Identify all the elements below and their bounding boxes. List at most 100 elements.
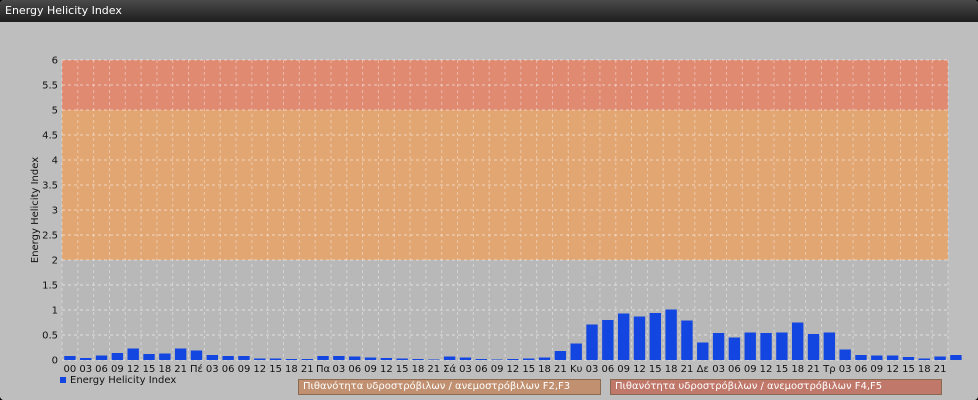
zone-badge-f2-f3-label: Πιθανότητα υδροστρόβιλων / ανεμοστρόβιλω…: [303, 381, 571, 392]
bar[interactable]: [459, 357, 472, 361]
x-tick-label: 21: [427, 364, 440, 375]
bar[interactable]: [80, 358, 92, 360]
bar[interactable]: [633, 316, 646, 361]
bar[interactable]: [918, 358, 930, 361]
bar[interactable]: [523, 358, 535, 361]
bar[interactable]: [285, 359, 298, 360]
x-tick-label: Δε: [697, 364, 709, 375]
x-tick-label: 18: [665, 364, 678, 375]
legend[interactable]: Energy Helicity Index: [60, 374, 176, 388]
bar[interactable]: [902, 357, 915, 360]
x-tick-label: 18: [538, 364, 551, 375]
bar[interactable]: [697, 342, 709, 361]
bar[interactable]: [617, 313, 630, 361]
x-tick-label: 15: [522, 364, 535, 375]
x-tick-label: 21: [681, 364, 694, 375]
bar[interactable]: [206, 355, 218, 360]
x-tick-label: Τρ: [822, 364, 835, 375]
bar[interactable]: [269, 358, 282, 361]
y-tick-label: 0: [52, 356, 58, 367]
bar[interactable]: [570, 343, 582, 361]
bar[interactable]: [333, 356, 345, 360]
y-tick-label: 2.5: [42, 231, 58, 242]
x-tick-label: 15: [269, 364, 282, 375]
y-tick-label: 4.5: [42, 131, 58, 142]
bar[interactable]: [127, 348, 139, 361]
x-tick-label: 12: [380, 364, 393, 375]
bar[interactable]: [95, 355, 108, 361]
bar[interactable]: [254, 358, 266, 361]
x-tick-label: 12: [760, 364, 773, 375]
y-tick-label: 4: [52, 156, 58, 167]
bar[interactable]: [538, 357, 551, 361]
y-tick-label: 0.5: [42, 331, 58, 342]
bar[interactable]: [744, 332, 756, 361]
bar[interactable]: [222, 356, 234, 360]
x-tick-label: 06: [475, 364, 488, 375]
bar[interactable]: [728, 337, 741, 361]
bar[interactable]: [855, 355, 867, 360]
bar[interactable]: [64, 356, 76, 360]
bar[interactable]: [380, 358, 393, 360]
bar[interactable]: [934, 356, 946, 361]
bar[interactable]: [760, 333, 772, 360]
legend-label: Energy Helicity Index: [70, 375, 177, 386]
bar[interactable]: [443, 356, 456, 361]
x-tick-label: 03: [712, 364, 725, 375]
x-tick-label: 09: [744, 364, 757, 375]
bar[interactable]: [602, 320, 614, 360]
bar[interactable]: [349, 356, 361, 361]
bar[interactable]: [886, 355, 899, 361]
bar[interactable]: [238, 356, 250, 360]
zone-badge-f2-f3: Πιθανότητα υδροστρόβιλων / ανεμοστρόβιλω…: [298, 379, 601, 395]
bar[interactable]: [586, 324, 598, 361]
x-tick-label: 12: [507, 364, 520, 375]
bar[interactable]: [776, 332, 788, 361]
zone-badge-f4-f5-label: Πιθανότητα υδροστρόβιλων / ανεμοστρόβιλω…: [615, 381, 883, 392]
x-tick-label: 18: [791, 364, 804, 375]
bar[interactable]: [665, 309, 677, 361]
bar[interactable]: [190, 350, 203, 361]
x-tick-label: Κυ: [570, 364, 583, 375]
y-tick-label: 1.5: [42, 281, 58, 292]
x-tick-label: 03: [839, 364, 852, 375]
bar[interactable]: [823, 332, 836, 361]
y-tick-label: 5: [52, 106, 58, 117]
x-tick-label: 09: [364, 364, 377, 375]
x-tick-label: 06: [222, 364, 235, 375]
bar[interactable]: [554, 351, 567, 360]
bar[interactable]: [317, 356, 329, 360]
bar[interactable]: [364, 357, 377, 361]
x-tick-label: Πα: [316, 364, 331, 375]
y-tick-label: 6: [52, 56, 58, 67]
bar[interactable]: [396, 358, 408, 361]
bar[interactable]: [681, 320, 693, 361]
bar[interactable]: [792, 322, 804, 361]
x-tick-label: Πέ: [190, 363, 203, 375]
x-tick-label: 03: [459, 364, 472, 375]
bar[interactable]: [507, 359, 519, 360]
bar[interactable]: [871, 355, 883, 361]
y-tick-label: 1: [52, 306, 58, 317]
bar[interactable]: [491, 359, 503, 361]
bar[interactable]: [143, 354, 155, 360]
bar[interactable]: [950, 355, 962, 360]
bar[interactable]: [412, 359, 424, 360]
bar[interactable]: [428, 359, 440, 361]
bar[interactable]: [111, 353, 124, 360]
bar[interactable]: [807, 334, 820, 360]
bar[interactable]: [159, 353, 171, 361]
bar[interactable]: [649, 313, 661, 360]
y-tick-label: 3.5: [42, 181, 58, 192]
y-tick-label: 5.5: [42, 81, 58, 92]
x-tick-label: 03: [206, 364, 219, 375]
bar[interactable]: [475, 359, 487, 360]
bar[interactable]: [174, 348, 187, 361]
legend-swatch: [60, 377, 66, 383]
bar[interactable]: [712, 333, 725, 360]
x-tick-label: 18: [412, 364, 425, 375]
bar[interactable]: [839, 349, 851, 361]
x-tick-label: 03: [333, 364, 346, 375]
x-tick-label: 12: [253, 364, 266, 375]
bar[interactable]: [301, 359, 313, 360]
